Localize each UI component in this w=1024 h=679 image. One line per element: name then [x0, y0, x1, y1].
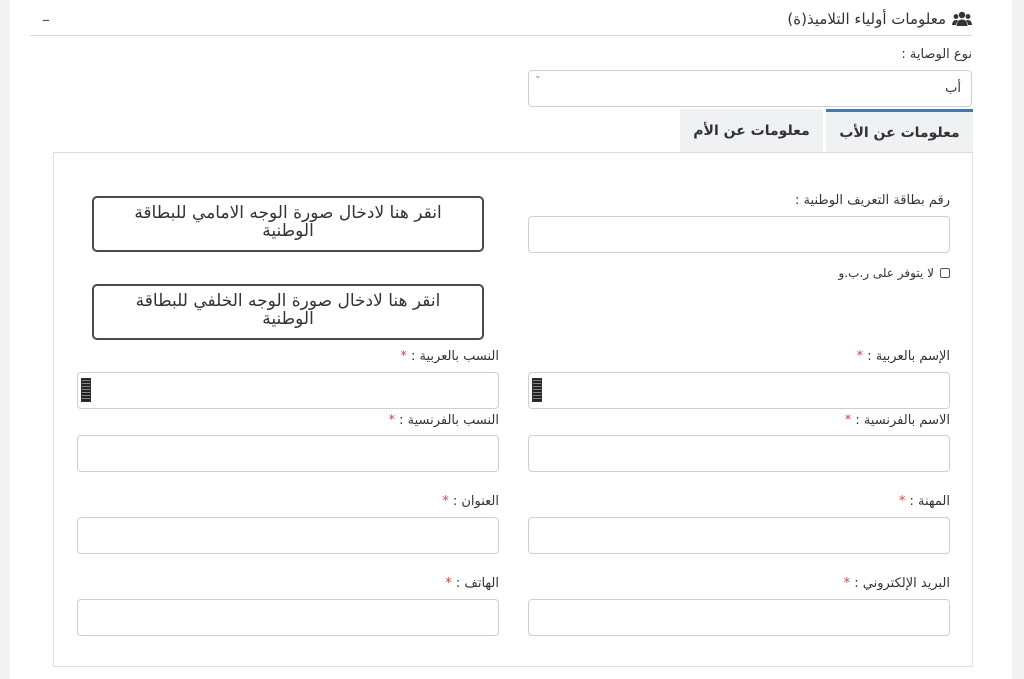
- no-id-checkbox[interactable]: [940, 268, 950, 278]
- email-label-text: البريد الإلكتروني :: [854, 576, 950, 591]
- required-mark: *: [388, 413, 395, 428]
- last-name-ar-input[interactable]: [77, 372, 499, 409]
- first-name-ar-input[interactable]: [528, 372, 950, 409]
- first-name-fr-label-text: الاسم بالفرنسية :: [855, 413, 950, 428]
- text-cursor: [532, 378, 542, 402]
- profession-input[interactable]: [528, 517, 950, 554]
- national-id-label: رقم بطاقة التعريف الوطنية :: [795, 193, 950, 208]
- required-mark: *: [898, 494, 906, 509]
- first-name-ar-label: الإسم بالعربية : *: [857, 349, 950, 364]
- profession-label-text: المهنة :: [909, 494, 951, 509]
- required-mark: *: [445, 576, 452, 591]
- guardianship-selected-value: أب: [945, 81, 961, 96]
- email-label: البريد الإلكتروني : *: [844, 576, 950, 591]
- users-icon: [952, 11, 972, 26]
- email-input[interactable]: [528, 599, 950, 636]
- national-id-input[interactable]: [528, 216, 950, 253]
- last-name-fr-label: النسب بالفرنسية : *: [388, 413, 499, 428]
- profession-label: المهنة : *: [899, 494, 950, 509]
- address-label-text: العنوان :: [452, 494, 499, 509]
- last-name-fr-input[interactable]: [77, 435, 499, 472]
- upload-front-id-button[interactable]: انقر هنا لادخال صورة الوجه الامامي للبطا…: [92, 196, 484, 252]
- address-input[interactable]: [77, 517, 499, 554]
- phone-label-text: الهاتف :: [455, 576, 499, 591]
- text-cursor: [81, 378, 91, 402]
- upload-back-id-button[interactable]: انقر هنا لادخال صورة الوجه الخلفي للبطاق…: [92, 284, 484, 340]
- required-mark: *: [400, 349, 407, 364]
- last-name-ar-label-text: النسب بالعربية :: [411, 349, 499, 364]
- tab-father-info[interactable]: معلومات عن الأب: [826, 109, 973, 153]
- address-label: العنوان : *: [442, 494, 499, 509]
- tab-mother-info[interactable]: معلومات عن الأم: [680, 109, 823, 152]
- last-name-ar-label: النسب بالعربية : *: [400, 349, 499, 364]
- chevron-down-icon: ⌄: [534, 71, 542, 81]
- panel-title: معلومات أولياء التلاميذ(ة): [787, 10, 972, 28]
- no-id-checkbox-row: لا يتوفر على ر.ب.و: [839, 266, 950, 280]
- guardianship-select[interactable]: ⌄ أب: [528, 70, 972, 107]
- first-name-fr-input[interactable]: [528, 435, 950, 472]
- required-mark: *: [843, 576, 851, 591]
- last-name-fr-label-text: النسب بالفرنسية :: [399, 413, 499, 428]
- phone-input[interactable]: [77, 599, 499, 636]
- left-frame: [0, 0, 10, 679]
- guardianship-label: نوع الوصاية :: [901, 47, 972, 62]
- right-frame: [1012, 0, 1024, 679]
- phone-label: الهاتف : *: [445, 576, 499, 591]
- panel-header: معلومات أولياء التلاميذ(ة) –: [30, 6, 972, 36]
- required-mark: *: [442, 494, 449, 509]
- required-mark: *: [844, 413, 852, 428]
- no-id-checkbox-label: لا يتوفر على ر.ب.و: [838, 266, 934, 280]
- required-mark: *: [856, 349, 864, 364]
- panel-title-text: معلومات أولياء التلاميذ(ة): [787, 10, 946, 28]
- first-name-fr-label: الاسم بالفرنسية : *: [845, 413, 950, 428]
- first-name-ar-label-text: الإسم بالعربية :: [867, 349, 950, 364]
- collapse-button[interactable]: –: [42, 10, 50, 29]
